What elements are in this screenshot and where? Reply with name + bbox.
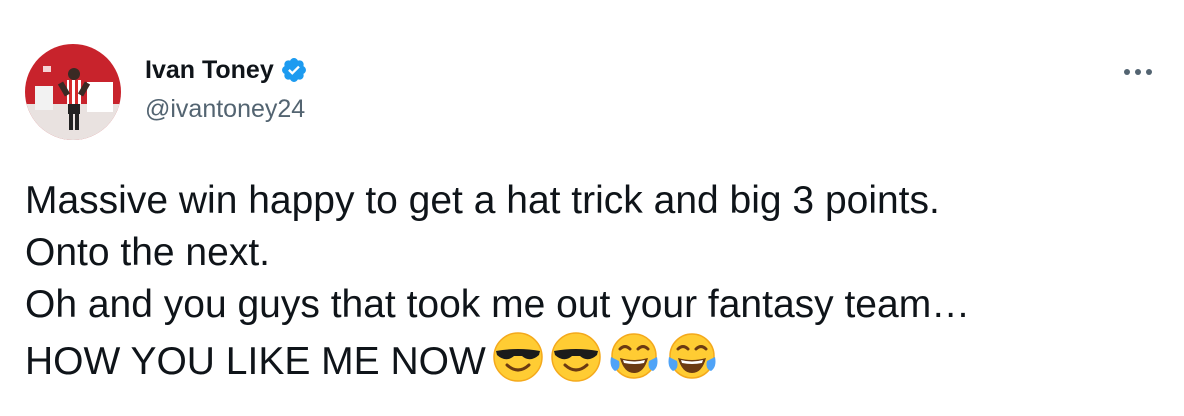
smiling-face-with-sunglasses-icon [492, 331, 544, 383]
display-name[interactable]: Ivan Toney [145, 55, 274, 85]
more-options-button[interactable] [1118, 60, 1158, 84]
author-name-row[interactable]: Ivan Toney [145, 55, 308, 85]
smiling-face-with-sunglasses-icon [550, 331, 602, 383]
tweet-line: HOW YOU LIKE ME NOW [25, 340, 486, 383]
avatar[interactable] [25, 44, 121, 140]
tweet-line: Onto the next. [25, 231, 270, 274]
tweet-line: Oh and you guys that took me out your fa… [25, 283, 971, 326]
face-with-tears-of-joy-icon [666, 331, 718, 383]
tweet-card: Ivan Toney @ivantoney24 Massive win happ… [0, 0, 1184, 416]
more-options-icon [1124, 69, 1152, 75]
tweet-text: Massive win happy to get a hat trick and… [25, 175, 1165, 388]
tweet-line-last: HOW YOU LIKE ME NOW [25, 331, 1165, 388]
tweet-line: Massive win happy to get a hat trick and… [25, 179, 940, 222]
author-handle[interactable]: @ivantoney24 [145, 94, 305, 124]
face-with-tears-of-joy-icon [608, 331, 660, 383]
avatar-image [25, 44, 121, 140]
verified-badge-icon [280, 56, 308, 84]
